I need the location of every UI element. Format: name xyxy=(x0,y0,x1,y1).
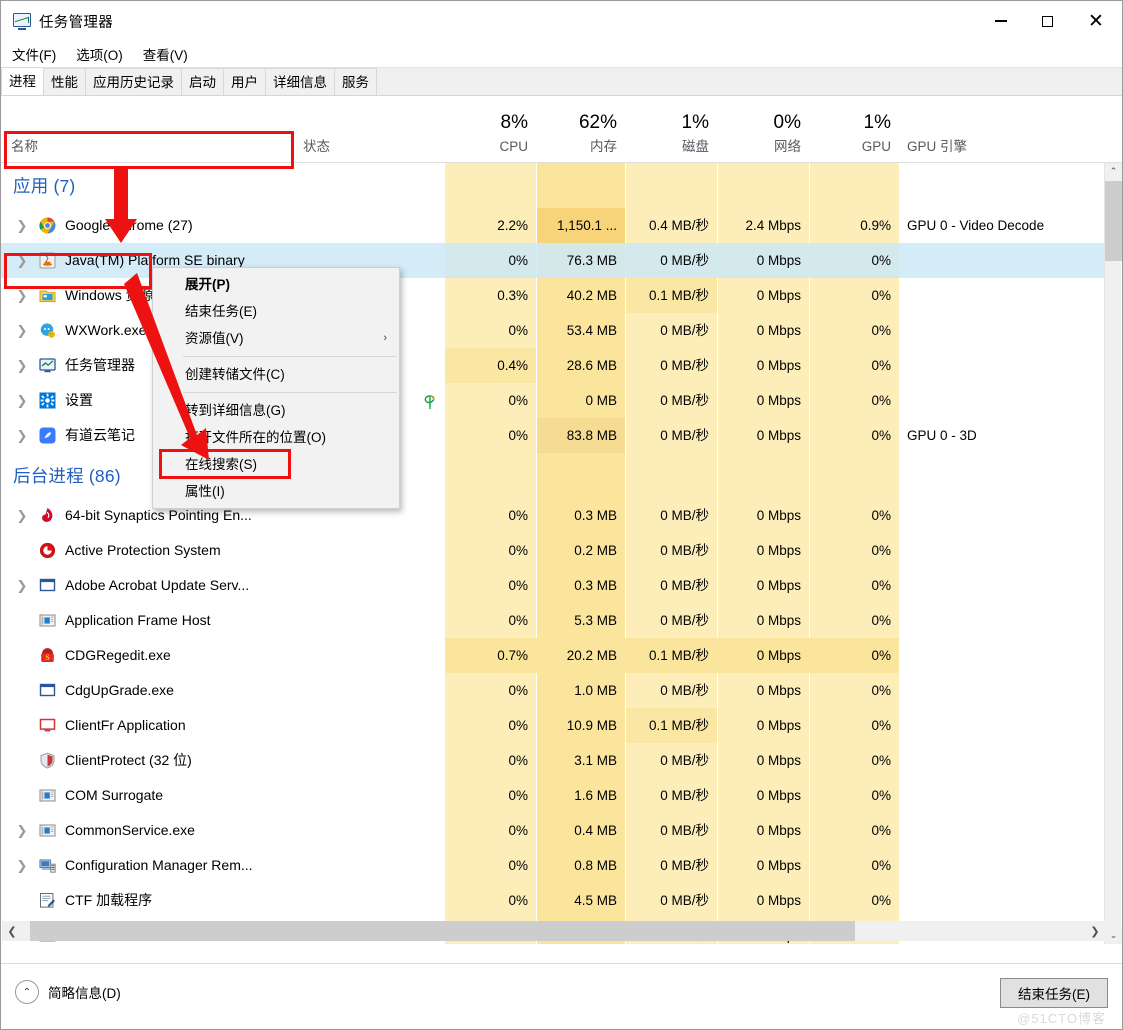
annotation-arrow-group xyxy=(105,169,209,460)
task-manager-window: 任务管理器 ✕ 文件(F) 选项(O) 查看(V) 进程 性能 应用历史记录 启… xyxy=(0,0,1123,1030)
